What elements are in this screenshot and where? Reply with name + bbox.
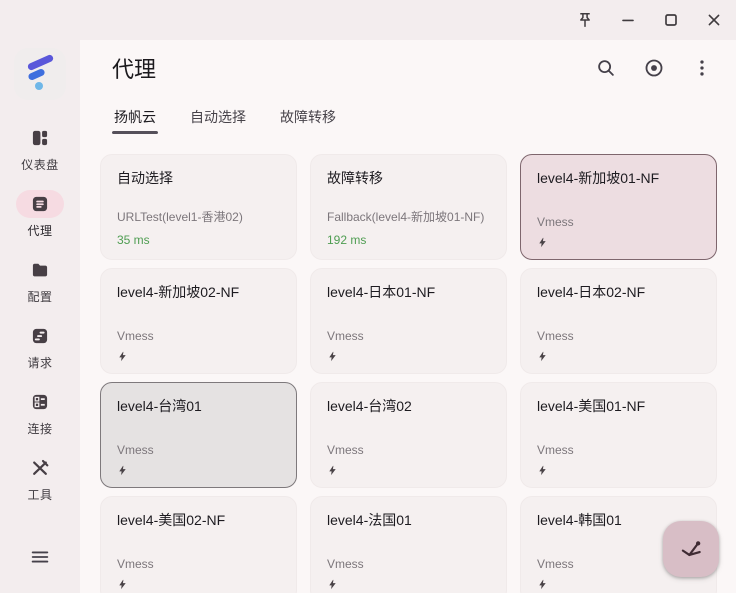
group-tabs: 扬帆云 自动选择 故障转移: [112, 96, 717, 138]
target-icon: [643, 57, 665, 79]
card-title: level4-台湾02: [327, 396, 490, 416]
sidebar-item-proxies[interactable]: 代理: [16, 190, 64, 239]
proxy-card-japan01[interactable]: level4-日本01-NF Vmess: [310, 268, 507, 374]
bolt-icon: [327, 463, 490, 477]
protocol-label: Vmess: [117, 443, 280, 457]
protocol-label: Vmess: [327, 557, 490, 571]
latency-value: 192 ms: [327, 233, 490, 247]
locate-current-proxy-button[interactable]: [641, 55, 667, 81]
bolt-icon: [537, 577, 700, 591]
menu-icon: [29, 546, 51, 568]
maximize-icon: [661, 10, 681, 30]
sidebar-item-label: 配置: [27, 288, 52, 305]
card-title: 故障转移: [327, 168, 490, 188]
minimize-icon: [618, 10, 638, 30]
proxy-card-usa02[interactable]: level4-美国02-NF Vmess: [100, 496, 297, 593]
pin-icon: [575, 10, 595, 30]
close-icon: [704, 10, 724, 30]
card-subtitle: Fallback(level4-新加坡01-NF): [327, 208, 490, 225]
app-bar: 代理: [100, 40, 717, 96]
tab-yangfanyun[interactable]: 扬帆云: [112, 96, 158, 138]
sidebar-item-dashboard[interactable]: 仪表盘: [16, 124, 64, 173]
search-icon: [595, 57, 617, 79]
sidebar-item-label: 请求: [27, 354, 52, 371]
bolt-icon: [537, 463, 700, 477]
sidebar-item-tools[interactable]: 工具: [16, 454, 64, 503]
pin-window-button[interactable]: [573, 8, 597, 32]
more-options-button[interactable]: [689, 55, 715, 81]
card-title: level4-新加坡02-NF: [117, 282, 280, 302]
card-title: level4-美国02-NF: [117, 510, 280, 530]
requests-icon: [30, 326, 50, 346]
navigation-rail: 仪表盘 代理 配置: [0, 40, 80, 593]
card-title: 自动选择: [117, 168, 280, 188]
network-check-icon: [678, 536, 704, 562]
close-window-button[interactable]: [702, 8, 726, 32]
bolt-icon: [117, 349, 280, 363]
page-title: 代理: [112, 52, 156, 84]
connections-icon: [30, 392, 50, 412]
maximize-window-button[interactable]: [659, 8, 683, 32]
tab-fallback[interactable]: 故障转移: [278, 96, 338, 138]
sidebar-item-label: 工具: [27, 486, 52, 503]
proxy-card-taiwan01[interactable]: level4-台湾01 Vmess: [100, 382, 297, 488]
latency-test-fab[interactable]: [663, 521, 719, 577]
protocol-label: Vmess: [327, 329, 490, 343]
protocol-label: Vmess: [117, 329, 280, 343]
sidebar-item-label: 仪表盘: [21, 156, 59, 173]
dashboard-icon: [30, 128, 50, 148]
bolt-icon: [327, 349, 490, 363]
latency-value: 35 ms: [117, 233, 280, 247]
minimize-window-button[interactable]: [616, 8, 640, 32]
sidebar-item-requests[interactable]: 请求: [16, 322, 64, 371]
protocol-label: Vmess: [537, 443, 700, 457]
proxy-card-usa01[interactable]: level4-美国01-NF Vmess: [520, 382, 717, 488]
bolt-icon: [537, 349, 700, 363]
logo-dot: [35, 82, 43, 90]
proxy-card-japan02[interactable]: level4-日本02-NF Vmess: [520, 268, 717, 374]
more-icon: [691, 57, 713, 79]
window-titlebar: [0, 0, 736, 40]
bolt-icon: [537, 235, 700, 249]
protocol-label: Vmess: [537, 329, 700, 343]
folder-icon: [30, 260, 50, 280]
search-button[interactable]: [593, 55, 619, 81]
card-subtitle: URLTest(level1-香港02): [117, 208, 280, 225]
proxy-card-taiwan02[interactable]: level4-台湾02 Vmess: [310, 382, 507, 488]
sidebar-item-label: 代理: [27, 222, 52, 239]
proxy-card-fallback[interactable]: 故障转移 Fallback(level4-新加坡01-NF) 192 ms: [310, 154, 507, 260]
card-title: level4-美国01-NF: [537, 396, 700, 416]
card-title: level4-日本02-NF: [537, 282, 700, 302]
card-title: level4-法国01: [327, 510, 490, 530]
bolt-icon: [117, 577, 280, 591]
app-logo: [14, 48, 66, 100]
sidebar-item-connections[interactable]: 连接: [16, 388, 64, 437]
card-title: level4-新加坡01-NF: [537, 168, 700, 188]
sidebar-item-label: 连接: [27, 420, 52, 437]
card-title: level4-台湾01: [117, 396, 280, 416]
main-content: 代理: [80, 40, 736, 593]
tab-auto-select[interactable]: 自动选择: [188, 96, 248, 138]
protocol-label: Vmess: [117, 557, 280, 571]
card-title: level4-日本01-NF: [327, 282, 490, 302]
bolt-icon: [327, 577, 490, 591]
tools-icon: [30, 458, 50, 478]
proxy-card-singapore02[interactable]: level4-新加坡02-NF Vmess: [100, 268, 297, 374]
protocol-label: Vmess: [327, 443, 490, 457]
rail-menu-button[interactable]: [24, 541, 56, 573]
sidebar-item-profiles[interactable]: 配置: [16, 256, 64, 305]
bolt-icon: [117, 463, 280, 477]
proxy-grid: 自动选择 URLTest(level1-香港02) 35 ms 故障转移 Fal…: [100, 154, 717, 593]
protocol-label: Vmess: [537, 215, 700, 229]
proxies-icon: [30, 194, 50, 214]
proxy-card-france01[interactable]: level4-法国01 Vmess: [310, 496, 507, 593]
proxy-card-auto-select[interactable]: 自动选择 URLTest(level1-香港02) 35 ms: [100, 154, 297, 260]
proxy-card-singapore01[interactable]: level4-新加坡01-NF Vmess: [520, 154, 717, 260]
